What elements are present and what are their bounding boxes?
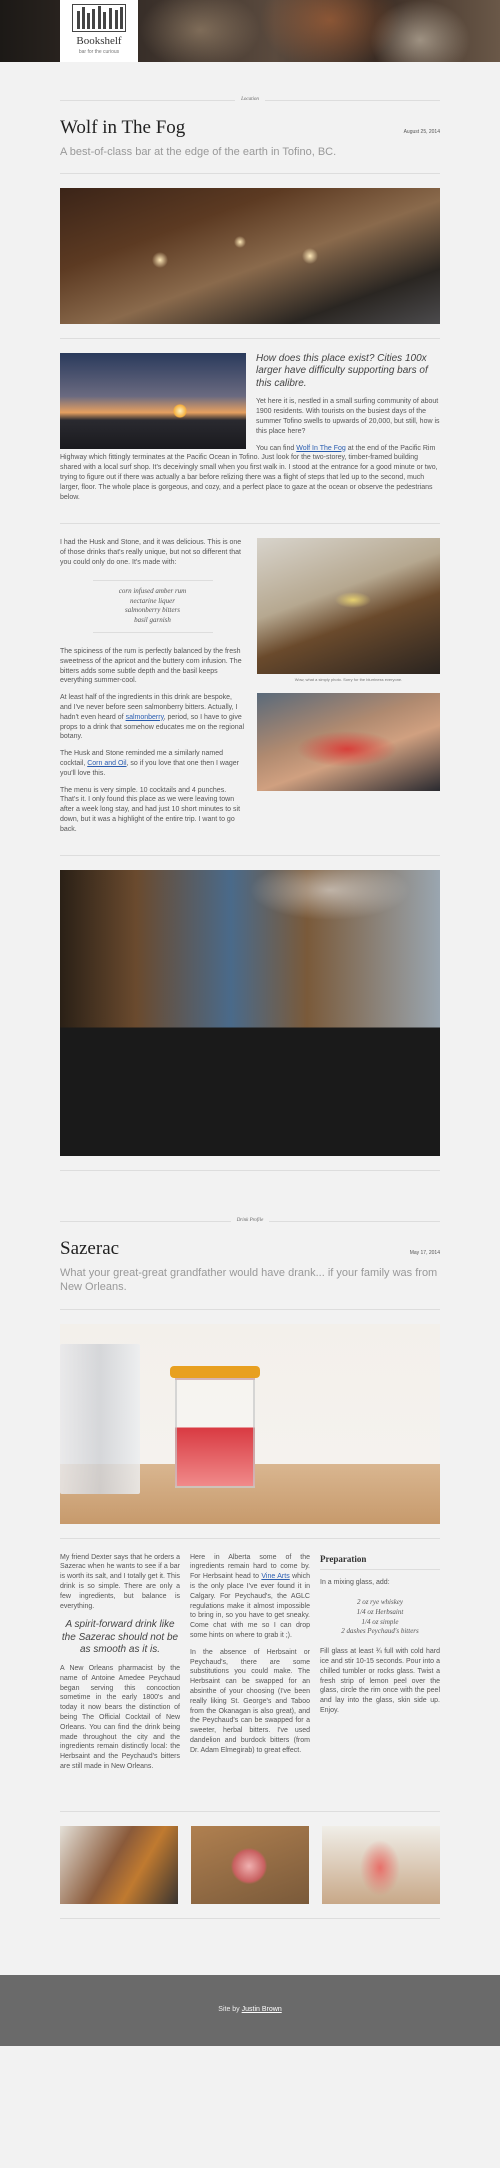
author-link[interactable]: Justin Brown [242,2006,282,2013]
gallery-thumbnail-glass-side[interactable] [322,1825,440,1904]
rocks-glass [175,1377,255,1488]
article-wolf-in-the-fog: Location Wolf in The Fog August 25, 2014… [60,96,440,1172]
ingredient-item: corn infused amber rum [118,586,187,595]
article-title[interactable]: Sazerac [60,1236,119,1263]
ingredient-item: salmonberry bitters [124,606,181,615]
article-subtitle: What your great-great grandfather would … [60,1267,438,1294]
vine-arts-link[interactable]: Vine Arts [261,1573,289,1580]
column-1: My friend Dexter says that he orders a S… [60,1553,180,1779]
article-header: Sazerac May 17, 2014 [60,1236,440,1263]
divider [60,1537,440,1539]
drink-text: I had the Husk and Stone, and it was del… [60,538,245,841]
ingredient-item: basil garnish [134,616,171,625]
article-category: Location [60,96,440,103]
divider [60,1308,440,1310]
mixing-glass [60,1343,140,1494]
drink-photos: Wow, what a simply photo. Sorry for the … [257,538,440,841]
article-category: Drink Profile [60,1217,440,1224]
text: at the end of the Pacific Rim Highway wh… [60,444,438,501]
site-header: Bookshelf bar for the curious [0,0,500,62]
text: which is the only place I've ever found … [190,1573,310,1640]
intro-section: How does this place exist? Cities 100x l… [60,352,440,509]
article-date: August 25, 2014 [403,129,440,135]
prep-ingredient: 1/4 oz simple [361,1617,399,1626]
prep-ingredient-list: 2 oz rye whiskey 1/4 oz Herbsaint 1/4 oz… [320,1598,440,1637]
drink-section: I had the Husk and Stone, and it was del… [60,538,440,841]
sazerac-body: My friend Dexter says that he orders a S… [60,1553,440,1779]
intro-paragraph: You can find Wolf In The Fog at the end … [60,444,440,503]
divider [60,172,440,174]
column-3-preparation: Preparation In a mixing glass, add: 2 oz… [320,1553,440,1779]
article-sazerac: Drink Profile Sazerac May 17, 2014 What … [60,1217,440,1919]
wolf-in-the-fog-link[interactable]: Wolf In The Fog [296,445,346,452]
drink-paragraph: The Husk and Stone reminded me a similar… [60,749,245,778]
sazerac-photo [60,1323,440,1524]
gallery-thumbnail-bottles[interactable] [60,1825,178,1904]
drink-in-hand-photo [257,692,440,791]
divider [60,1810,440,1812]
text: You can find [256,444,297,452]
category-link[interactable]: Drink Profile [230,1218,270,1224]
prep-steps: Fill glass at least ¾ full with cold har… [320,1648,440,1715]
lemon-peel [170,1365,260,1378]
site-footer: Site by Justin Brown [0,1974,500,2046]
column-2: Here in Alberta some of the ingredients … [190,1553,310,1779]
photo-caption: Wow, what a simply photo. Sorry for the … [294,677,403,683]
preparation-heading: Preparation [320,1553,440,1571]
prep-intro: In a mixing glass, add: [320,1579,390,1587]
drink-paragraph: I had the Husk and Stone, and it was del… [60,539,242,566]
prep-ingredient: 2 oz rye whiskey [356,1598,404,1607]
divider [60,855,440,857]
footer-credit: Site by [218,2005,242,2013]
site-logo[interactable]: Bookshelf bar for the curious [60,0,138,62]
body-paragraph: My friend Dexter says that he orders a S… [60,1553,180,1610]
salmonberry-link[interactable]: salmonberry [126,714,164,721]
article-date: May 17, 2014 [409,1250,440,1257]
pull-quote: A spirit-forward drink like the Sazerac … [61,1619,179,1656]
site-name: Bookshelf [76,35,122,47]
bookshelf-icon [72,4,126,32]
divider [60,337,440,339]
drink-paragraph: The menu is very simple. 10 cocktails an… [60,786,241,833]
divider [60,523,440,525]
drink-paragraph: The spiciness of the rum is perfectly ba… [60,647,242,685]
body-paragraph: Here in Alberta some of the ingredients … [190,1553,310,1641]
drink-paragraph: At least half of the ingredients in this… [60,693,245,742]
sunset-beach-photo [60,352,246,449]
ingredient-list: corn infused amber rum nectarine liquer … [92,579,213,633]
divider [60,1917,440,1919]
ingredient-item: nectarine liquer [130,596,175,605]
prep-ingredient: 2 dashes Peychaud's bitters [341,1627,419,1636]
gallery-thumbnail-glass-top[interactable] [191,1825,309,1904]
restaurant-interior-photo [60,187,440,324]
divider [60,1170,440,1172]
site-tagline: bar for the curious [78,49,120,56]
article-subtitle: A best-of-class bar at the edge of the e… [60,145,337,158]
category-link[interactable]: Location [235,97,265,102]
body-paragraph: A New Orleans pharmacist by the name of … [60,1664,180,1770]
article-title[interactable]: Wolf in The Fog [60,115,185,142]
prep-ingredient: 1/4 oz Herbsaint [356,1607,404,1616]
corn-and-oil-link[interactable]: Corn and Oil [87,760,126,767]
thumbnail-gallery [60,1825,440,1904]
body-paragraph: In the absence of Herbsaint or Peychaud'… [190,1648,310,1754]
bar-counter-photo [60,870,440,1157]
cocktail-photo [257,538,440,675]
article-header: Wolf in The Fog August 25, 2014 [60,115,440,142]
